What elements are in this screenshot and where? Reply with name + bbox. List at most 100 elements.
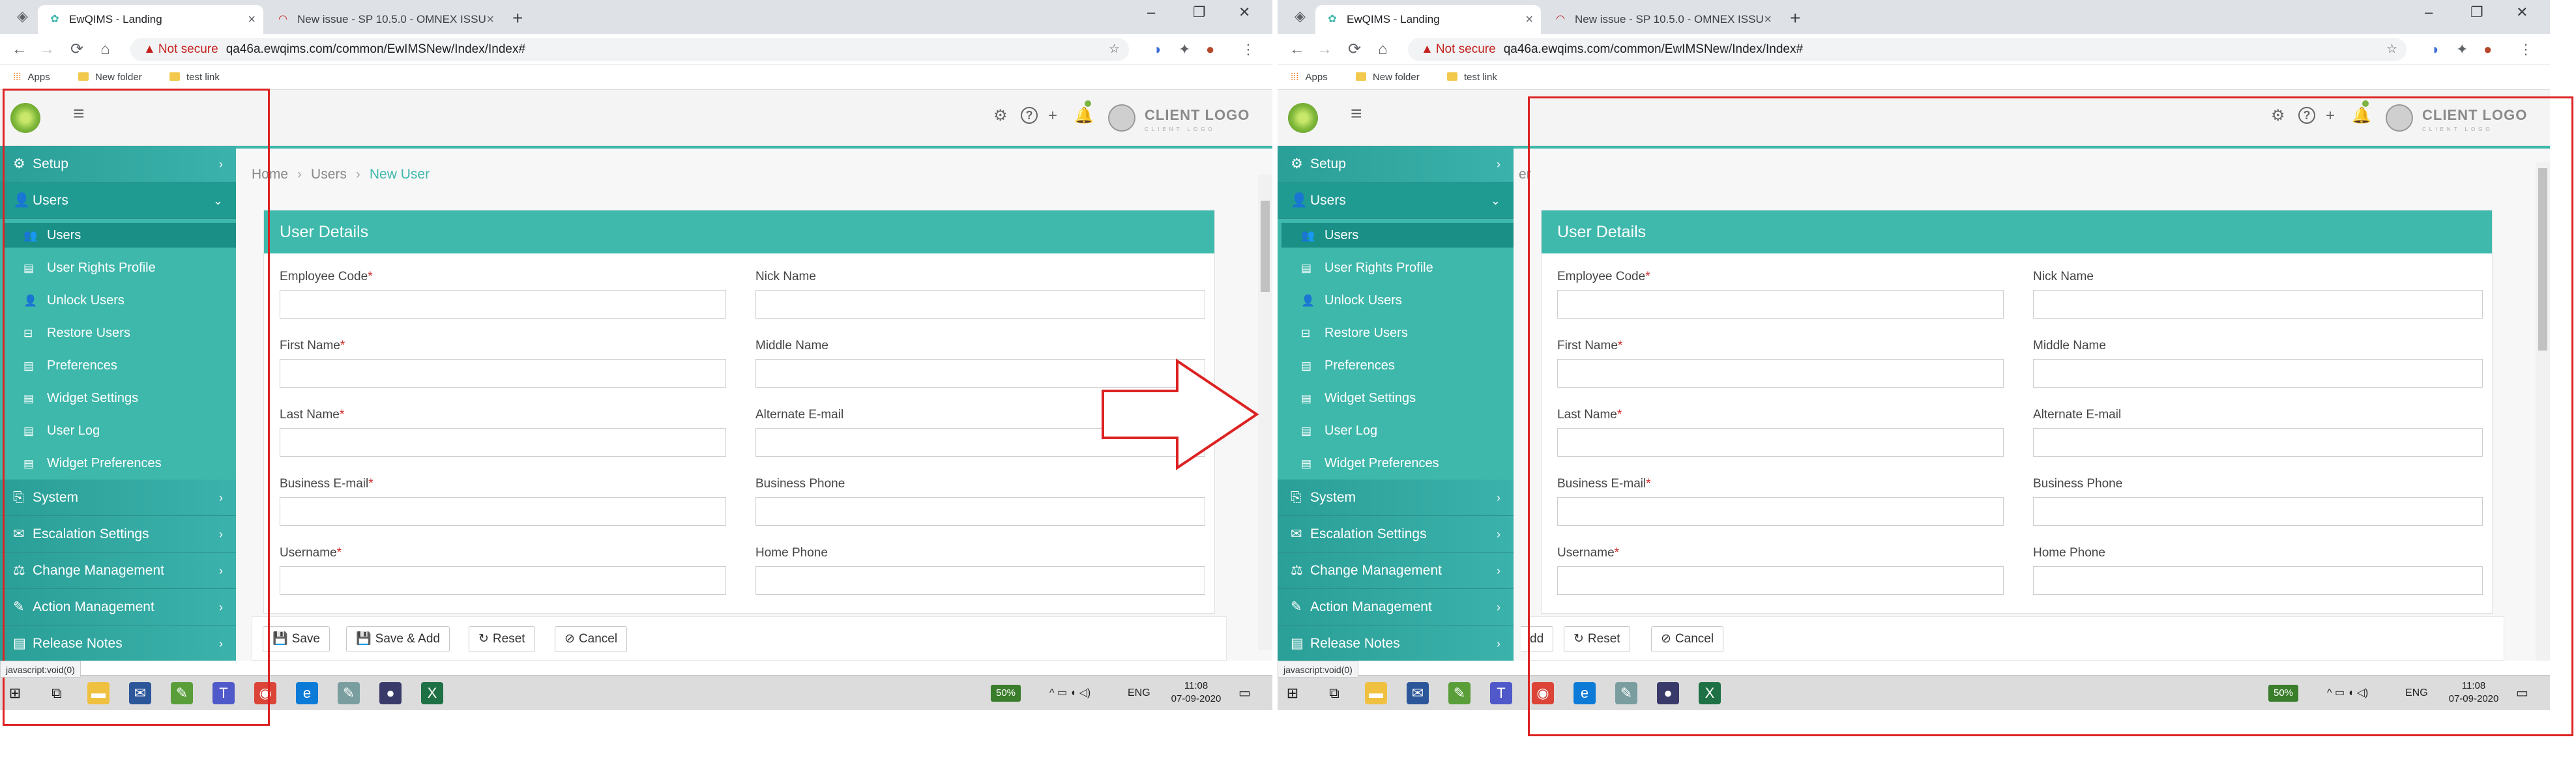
hamburger-menu-icon[interactable]: ≡: [1351, 103, 1362, 125]
breadcrumb-item[interactable]: Home: [252, 167, 288, 182]
sidebar-subitem-preferences[interactable]: ▤ Preferences: [1278, 349, 1514, 382]
sidebar-subitem-widget-settings[interactable]: ▤ Widget Settings: [1278, 382, 1514, 414]
sidebar-subitem-users[interactable]: 👥 Users: [4, 223, 236, 248]
sidebar-item-escalation-settings[interactable]: ✉ Escalation Settings ›: [0, 516, 236, 553]
new-tab-button[interactable]: +: [1790, 8, 1800, 29]
address-bar[interactable]: ▲ Not secure qa46a.ewqims.com/common/EwIMS…: [1408, 38, 2407, 61]
text-input[interactable]: [755, 566, 1205, 595]
browser-tab[interactable]: ✿ EwQIMS - Landing ×: [38, 5, 263, 34]
add-icon[interactable]: +: [2326, 107, 2335, 125]
text-input[interactable]: [280, 290, 726, 319]
excel-icon[interactable]: X: [421, 682, 443, 704]
settings-gear-icon[interactable]: ⚙: [993, 107, 1008, 125]
sidebar-item-release-notes[interactable]: ▤ Release Notes ›: [1278, 625, 1514, 661]
bookmark-star-icon[interactable]: ☆: [1109, 38, 1120, 61]
reload-icon[interactable]: ⟳: [1348, 39, 1361, 60]
save-and-add-button-fragment[interactable]: dd: [1521, 626, 1554, 652]
breadcrumb-item[interactable]: Users: [311, 167, 347, 182]
sidebar-item-action-management[interactable]: ✎ Action Management ›: [1278, 589, 1514, 625]
chrome-icon[interactable]: ◉: [254, 682, 276, 704]
excel-icon[interactable]: X: [1699, 682, 1721, 704]
bookmark-item[interactable]: ⁞⁞⁞ Apps: [1291, 65, 1328, 90]
ewqims-logo[interactable]: [1288, 103, 1318, 133]
reload-icon[interactable]: ⟳: [70, 39, 83, 60]
mail-icon[interactable]: ✉: [129, 682, 151, 704]
maximize-button[interactable]: ❐: [2470, 4, 2483, 21]
profile-avatar[interactable]: ●: [1206, 40, 1214, 59]
system-tray-icons[interactable]: ^ ▭ ◖ ◁): [2327, 685, 2368, 702]
text-input[interactable]: [2033, 290, 2483, 319]
notification-bell-icon[interactable]: 🔔: [1074, 107, 1094, 125]
browser-tab[interactable]: ◠ New issue - SP 10.5.0 - OMNEX ISSU ×: [1544, 5, 1779, 34]
tab-search-icon[interactable]: ◈: [17, 8, 28, 25]
file-explorer-icon[interactable]: ▬: [87, 682, 110, 704]
scrollbar-thumb[interactable]: [1261, 201, 1270, 292]
teams-icon[interactable]: T: [212, 682, 235, 704]
text-input[interactable]: [280, 566, 726, 595]
close-window-button[interactable]: ✕: [2516, 4, 2528, 21]
scrollbar-thumb[interactable]: [2538, 168, 2547, 351]
sidebar-item-change-management[interactable]: ⚖ Change Management ›: [1278, 553, 1514, 589]
notification-bell-icon[interactable]: 🔔: [2352, 107, 2371, 125]
tab-close-icon[interactable]: ×: [1764, 5, 1772, 34]
browser-tab[interactable]: ✿ EwQIMS - Landing ×: [1315, 5, 1541, 34]
text-input[interactable]: [2033, 428, 2483, 457]
text-input[interactable]: [2033, 566, 2483, 595]
bookmark-star-icon[interactable]: ☆: [2386, 38, 2397, 61]
vertical-scrollbar[interactable]: [2536, 162, 2550, 661]
address-bar[interactable]: ▲ Not secure qa46a.ewqims.com/common/EwIMS…: [130, 38, 1129, 61]
taskbar-clock[interactable]: 11:08 07-09-2020: [2444, 680, 2503, 706]
tab-close-icon[interactable]: ×: [248, 5, 256, 34]
reset-button[interactable]: ↻ Reset: [1564, 626, 1630, 652]
media-icon[interactable]: ●: [379, 682, 402, 704]
sidebar-item-release-notes[interactable]: ▤ Release Notes ›: [0, 625, 236, 661]
task-view-icon[interactable]: ⧉: [46, 682, 68, 704]
extensions-puzzle-icon[interactable]: ✦: [2456, 40, 2468, 59]
app-icon[interactable]: ✎: [171, 682, 193, 704]
sidebar-item-users[interactable]: 👤 Users ⌄: [1278, 182, 1514, 219]
home-icon[interactable]: ⌂: [1378, 39, 1388, 60]
extensions-puzzle-icon[interactable]: ✦: [1178, 40, 1190, 59]
profile-avatar[interactable]: ●: [2483, 40, 2492, 59]
bookmark-item[interactable]: New folder: [1356, 65, 1420, 90]
mail-icon[interactable]: ✉: [1407, 682, 1429, 704]
task-view-icon[interactable]: ⧉: [1323, 682, 1345, 704]
sidebar-subitem-users[interactable]: 👥 Users: [1281, 223, 1514, 248]
text-input[interactable]: [1557, 290, 2004, 319]
back-icon[interactable]: ←: [1289, 39, 1305, 60]
app-icon[interactable]: ✎: [1448, 682, 1471, 704]
edge-icon[interactable]: e: [296, 682, 318, 704]
bookmark-item[interactable]: test link: [169, 65, 220, 90]
media-icon[interactable]: ●: [1657, 682, 1679, 704]
sidebar-subitem-widget-preferences[interactable]: ▤ Widget Preferences: [0, 447, 236, 480]
minimize-button[interactable]: –: [2425, 4, 2433, 21]
sidebar-item-system[interactable]: ⎘ System ›: [1278, 480, 1514, 516]
reset-button[interactable]: ↻ Reset: [469, 626, 535, 652]
bookmark-item[interactable]: ⁞⁞⁞ Apps: [13, 65, 50, 90]
sidebar-item-users[interactable]: 👤 Users ⌄: [0, 182, 236, 219]
text-input[interactable]: [2033, 497, 2483, 526]
sidebar-subitem-unlock-users[interactable]: 👤 Unlock Users: [0, 284, 236, 317]
text-input[interactable]: [1557, 497, 2004, 526]
sidebar-subitem-user-rights-profile[interactable]: ▤ User Rights Profile: [1278, 251, 1514, 284]
close-window-button[interactable]: ✕: [1238, 4, 1250, 21]
windows-start-icon[interactable]: ⊞: [4, 682, 26, 704]
sidebar-subitem-user-log[interactable]: ▤ User Log: [0, 414, 236, 447]
cancel-button[interactable]: ⊘ Cancel: [555, 626, 628, 652]
help-icon[interactable]: ?: [2298, 107, 2315, 124]
sidebar-item-system[interactable]: ⎘ System ›: [0, 480, 236, 516]
back-icon[interactable]: ←: [12, 39, 27, 60]
taskbar-clock[interactable]: 11:08 07-09-2020: [1167, 680, 1225, 706]
tab-search-icon[interactable]: ◈: [1295, 8, 1306, 25]
sidebar-item-setup[interactable]: ⚙ Setup ›: [1278, 146, 1514, 182]
sidebar-subitem-user-rights-profile[interactable]: ▤ User Rights Profile: [0, 251, 236, 284]
text-input[interactable]: [280, 428, 726, 457]
windows-start-icon[interactable]: ⊞: [1281, 682, 1304, 704]
edge-icon[interactable]: e: [1573, 682, 1596, 704]
help-icon[interactable]: ?: [1021, 107, 1038, 124]
extension-icon[interactable]: ◑: [2430, 40, 2438, 59]
text-input[interactable]: [280, 497, 726, 526]
text-input[interactable]: [755, 290, 1205, 319]
text-input[interactable]: [755, 497, 1205, 526]
maximize-button[interactable]: ❐: [1193, 4, 1206, 21]
